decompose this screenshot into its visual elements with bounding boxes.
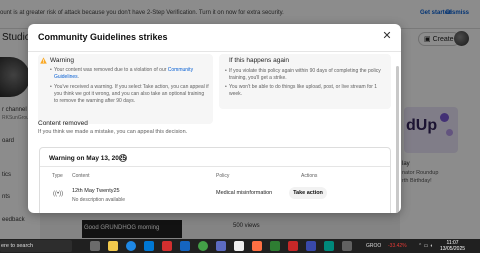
column-header-actions: Actions <box>301 173 318 179</box>
app-icon-5[interactable] <box>324 241 334 251</box>
content-title-link[interactable]: 12th May Twenty25 <box>72 188 120 194</box>
if-happens-again-panel: If this happens again If you violate thi… <box>219 54 391 109</box>
app-icon-2[interactable] <box>234 241 244 251</box>
powerpoint-icon[interactable] <box>288 241 298 251</box>
warning-icon <box>40 57 47 64</box>
policy-value: Medical misinformation <box>216 190 273 196</box>
content-removed-subtitle: If you think we made a mistake, you can … <box>38 129 188 135</box>
excel-icon[interactable] <box>270 241 280 251</box>
mail-icon[interactable] <box>180 241 190 251</box>
stock-change: -33.42% <box>388 243 407 249</box>
clock-date: 13/05/2025 <box>440 246 466 252</box>
tray-icons[interactable]: ⌃ ▭ ◖ <box>418 243 433 249</box>
if-happens-bullet-1: If you violate this policy again within … <box>225 68 384 82</box>
app-icon[interactable] <box>162 241 172 251</box>
content-description: No description available <box>72 197 126 203</box>
column-header-policy: Policy <box>216 173 230 179</box>
if-happens-heading: If this happens again <box>229 57 289 64</box>
warning-bullet-1: Your content was removed due to a violat… <box>50 67 209 81</box>
warning-panel: Warning Your content was removed due to … <box>38 54 213 124</box>
stock-ticker[interactable]: GROO <box>366 243 381 249</box>
edge-browser-icon[interactable] <box>126 241 136 251</box>
app-icon-6[interactable] <box>342 241 352 251</box>
table-divider <box>40 166 390 167</box>
content-removed-heading: Content removed <box>38 120 88 127</box>
live-stream-icon: ((•)) <box>53 191 64 197</box>
chrome-icon[interactable] <box>198 241 208 251</box>
column-header-type: Type <box>52 173 63 179</box>
windows-taskbar: ere to search GROO -33.42% ⌃ ▭ ◖ 11:07 1… <box>0 239 480 253</box>
app-icon-4[interactable] <box>306 241 316 251</box>
clock[interactable]: 11:07 13/05/2025 <box>440 240 465 252</box>
taskbar-search[interactable]: ere to search <box>0 240 72 252</box>
info-icon[interactable]: i <box>119 154 127 162</box>
strikes-dialog: Community Guidelines strikes ✕ Warning Y… <box>28 24 401 213</box>
warning-date: Warning on May 13, 2025 <box>49 155 127 162</box>
column-header-content: Content <box>72 173 90 179</box>
app-icon-3[interactable] <box>252 241 262 251</box>
warning-bullet-2: You've received a warning. If you select… <box>50 84 209 105</box>
warning-table: Warning on May 13, 2025 i Type Content P… <box>39 147 391 213</box>
dialog-title: Community Guidelines strikes <box>38 32 168 42</box>
taskbar-search-text: ere to search <box>1 243 34 249</box>
task-view-icon[interactable] <box>90 241 100 251</box>
store-icon[interactable] <box>144 241 154 251</box>
file-explorer-icon[interactable] <box>108 241 118 251</box>
warning-heading: Warning <box>50 57 74 64</box>
close-icon[interactable]: ✕ <box>381 30 393 42</box>
if-happens-bullet-2: You won't be able to do things like uplo… <box>225 84 384 98</box>
dialog-scrollbar[interactable] <box>396 66 399 213</box>
take-action-button[interactable]: Take action <box>289 187 327 199</box>
teams-icon[interactable] <box>216 241 226 251</box>
